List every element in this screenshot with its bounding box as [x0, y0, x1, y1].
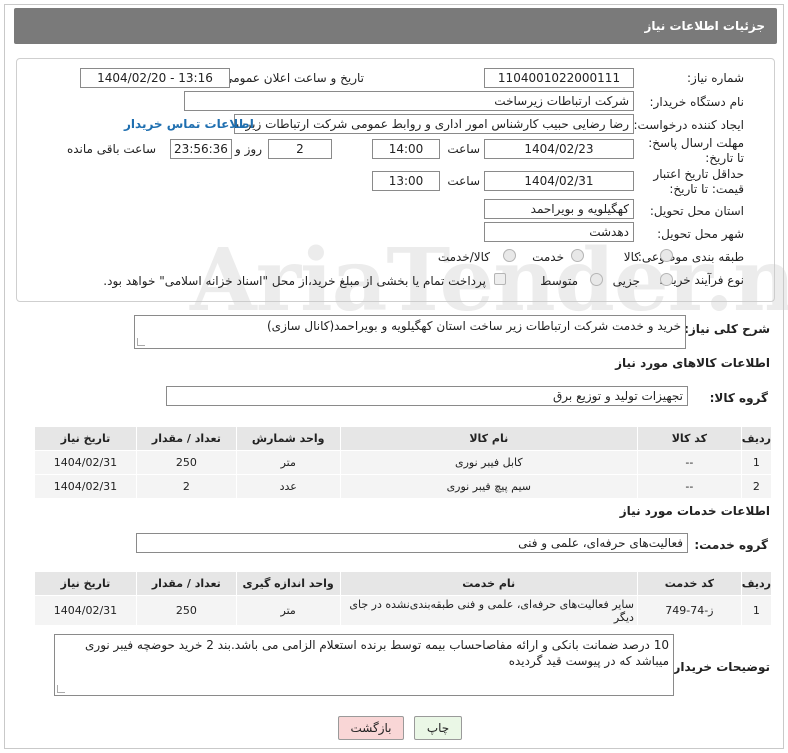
price-time-label: ساعت: [447, 174, 480, 188]
goods-col-unit: واحد شمارش: [235, 426, 341, 451]
services-cell-row: 1: [740, 595, 773, 626]
services-col-unit: واحد اندازه گیری: [235, 571, 341, 596]
goods-table: ردیف کد کالا نام کالا واحد شمارش تعداد /…: [34, 426, 773, 499]
goods-cell-row: 1: [740, 450, 773, 475]
services-cell-code: ز-74-749: [636, 595, 742, 626]
remaining-label: ساعت باقی مانده: [66, 142, 156, 156]
process-option-medium: متوسط: [540, 274, 578, 288]
services-section-title: اطلاعات خدمات مورد نیاز: [619, 504, 770, 518]
services-group-field: فعالیت‌های حرفه‌ای، علمی و فنی: [136, 533, 688, 553]
services-col-name: نام خدمت: [339, 571, 638, 596]
services-cell-qty: 250: [135, 595, 237, 626]
city-label: شهر محل تحویل:: [657, 227, 744, 241]
category-option-goods: کالا: [623, 250, 640, 264]
goods-col-date: تاریخ نیاز: [34, 426, 137, 451]
category-label: طبقه بندی موضوعی:: [637, 250, 744, 264]
announce-label: تاریخ و ساعت اعلان عمومی:: [219, 71, 364, 85]
goods-group-label: گروه کالا:: [709, 391, 768, 405]
category-radio-goods[interactable]: [660, 249, 673, 262]
category-radio-goods-service[interactable]: [503, 249, 516, 262]
table-row: 1 ز-74-749 سایر فعالیت‌های حرفه‌ای، علمی…: [34, 595, 773, 626]
goods-cell-row: 2: [740, 474, 773, 499]
days-label: روز و: [235, 142, 262, 156]
goods-col-row: ردیف: [740, 426, 773, 451]
services-table-header: ردیف کد خدمت نام خدمت واحد اندازه گیری ت…: [34, 571, 773, 596]
city-field: دهدشت: [484, 222, 634, 242]
goods-cell-qty: 2: [135, 474, 237, 499]
announce-field: 1404/02/20 - 13:16: [80, 68, 230, 88]
process-option-minor: جزیی: [612, 274, 640, 288]
remaining-time-field: 23:56:36: [170, 139, 232, 159]
goods-cell-unit: عدد: [235, 474, 341, 499]
services-cell-date: 1404/02/31: [34, 595, 137, 626]
goods-section-title: اطلاعات کالاهای مورد نیاز: [615, 356, 770, 370]
table-row: 2 -- سیم پیچ فیبر نوری عدد 2 1404/02/31: [34, 474, 773, 499]
table-row: 1 -- کابل فیبر نوری متر 250 1404/02/31: [34, 450, 773, 475]
price-date-field: 1404/02/31: [484, 171, 634, 191]
services-col-qty: تعداد / مقدار: [135, 571, 237, 596]
services-col-date: تاریخ نیاز: [34, 571, 137, 596]
process-radio-minor[interactable]: [660, 273, 673, 286]
process-radio-medium[interactable]: [590, 273, 603, 286]
buyer-contact-link[interactable]: اطلاعات تماس خریدار: [124, 117, 254, 131]
need-number-field: 1104001022000111: [484, 68, 634, 88]
need-number-label: شماره نیاز:: [687, 71, 744, 85]
province-field: کهگیلویه و بویراحمد: [484, 199, 634, 219]
description-text: خرید و خدمت شرکت ارتباطات زیر ساخت استان…: [267, 319, 681, 333]
description-label: شرح کلی نیاز:: [684, 322, 770, 336]
description-field: خرید و خدمت شرکت ارتباطات زیر ساخت استان…: [134, 315, 686, 349]
province-label: استان محل تحویل:: [649, 204, 744, 218]
services-cell-unit: متر: [235, 595, 341, 626]
category-option-service: خدمت: [532, 250, 564, 264]
buyer-org-label: نام دستگاه خریدار:: [649, 95, 745, 109]
price-deadline-label: حداقل تاریخ اعتبار قیمت: تا تاریخ:: [653, 167, 744, 196]
buyer-notes-text: 10 درصد ضمانت بانکی و ارائه مفاصاحساب بی…: [85, 638, 669, 668]
page-title: جزئیات اطلاعات نیاز: [14, 8, 777, 44]
services-table: ردیف کد خدمت نام خدمت واحد اندازه گیری ت…: [34, 571, 773, 626]
reply-time-field: 14:00: [372, 139, 440, 159]
goods-table-header: ردیف کد کالا نام کالا واحد شمارش تعداد /…: [34, 426, 773, 451]
reply-deadline-label: مهلت ارسال پاسخ: تا تاریخ:: [648, 136, 744, 165]
buyer-notes-label: توضیحات خریدار:: [668, 660, 770, 674]
payment-checkbox[interactable]: [494, 273, 506, 285]
resize-grip-icon[interactable]: [137, 338, 145, 346]
category-option-goods-service: کالا/خدمت: [437, 250, 490, 264]
print-button[interactable]: چاپ: [414, 716, 462, 740]
goods-cell-code: --: [636, 474, 742, 499]
creator-label: ایجاد کننده درخواست:: [633, 118, 744, 132]
goods-cell-date: 1404/02/31: [34, 474, 137, 499]
goods-col-name: نام کالا: [339, 426, 638, 451]
buyer-org-field: شرکت ارتباطات زیرساخت: [184, 91, 634, 111]
services-cell-name: سایر فعالیت‌های حرفه‌ای، علمی و فنی طبقه…: [339, 595, 638, 626]
back-button[interactable]: بازگشت: [338, 716, 404, 740]
goods-cell-name: کابل فیبر نوری: [339, 450, 638, 475]
buyer-notes-field: 10 درصد ضمانت بانکی و ارائه مفاصاحساب بی…: [54, 634, 674, 696]
reply-time-label: ساعت: [447, 142, 480, 156]
services-group-label: گروه خدمت:: [694, 538, 768, 552]
payment-note: پرداخت تمام یا بخشی از مبلغ خرید،از محل …: [103, 274, 486, 288]
days-field: 2: [268, 139, 332, 159]
services-col-row: ردیف: [740, 571, 773, 596]
goods-col-code: کد کالا: [636, 426, 742, 451]
reply-date-field: 1404/02/23: [484, 139, 634, 159]
goods-col-qty: تعداد / مقدار: [135, 426, 237, 451]
goods-group-field: تجهیزات تولید و توزیع برق: [166, 386, 688, 406]
goods-cell-qty: 250: [135, 450, 237, 475]
goods-cell-date: 1404/02/31: [34, 450, 137, 475]
price-time-field: 13:00: [372, 171, 440, 191]
goods-cell-unit: متر: [235, 450, 341, 475]
creator-field: رضا رضایی حبیب کارشناس امور اداری و رواب…: [234, 114, 634, 134]
category-radio-service[interactable]: [571, 249, 584, 262]
goods-cell-name: سیم پیچ فیبر نوری: [339, 474, 638, 499]
goods-cell-code: --: [636, 450, 742, 475]
resize-grip-icon[interactable]: [57, 685, 65, 693]
services-col-code: کد خدمت: [636, 571, 742, 596]
